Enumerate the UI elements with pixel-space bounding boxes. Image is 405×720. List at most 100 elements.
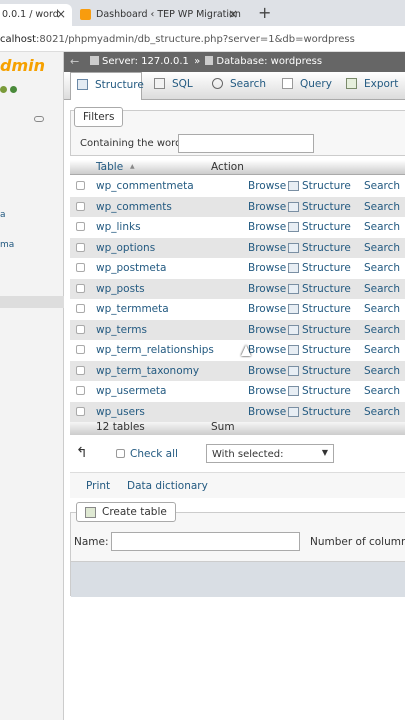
structure-icon[interactable]	[288, 386, 299, 396]
structure-icon[interactable]	[288, 365, 299, 376]
table-name-input[interactable]	[111, 532, 300, 551]
structure-link[interactable]: Structure	[302, 180, 351, 192]
close-icon[interactable]: ×	[56, 7, 66, 21]
structure-link[interactable]: Structure	[302, 242, 351, 254]
search-link[interactable]: Search	[364, 324, 400, 336]
row-checkbox[interactable]	[76, 263, 85, 272]
home-icon[interactable]	[0, 86, 7, 93]
tab-search[interactable]: Search	[212, 72, 266, 100]
nav-item[interactable]: ma	[0, 240, 14, 250]
search-link[interactable]: Search	[364, 385, 400, 397]
table-name-link[interactable]: wp_commentmeta	[96, 180, 194, 192]
structure-link[interactable]: Structure	[302, 385, 351, 397]
filter-input[interactable]	[178, 134, 314, 153]
structure-link[interactable]: Structure	[302, 283, 351, 295]
table-name-link[interactable]: wp_postmeta	[96, 262, 166, 274]
breadcrumb-database[interactable]: Database: wordpress	[216, 56, 322, 67]
breadcrumb-server[interactable]: Server: 127.0.0.1	[102, 56, 189, 67]
table-name-link[interactable]: wp_links	[96, 221, 141, 233]
row-checkbox[interactable]	[76, 304, 85, 313]
structure-link[interactable]: Structure	[302, 344, 351, 356]
table-row[interactable]: wp_usermeta Browse Structure Search	[70, 381, 405, 402]
structure-icon[interactable]	[288, 406, 299, 417]
table-row[interactable]: wp_users Browse Structure Search	[70, 401, 405, 422]
browse-link[interactable]: Browse	[248, 201, 286, 213]
row-checkbox[interactable]	[76, 345, 85, 354]
search-link[interactable]: Search	[364, 303, 400, 315]
table-name-link[interactable]: wp_term_relationships	[96, 344, 214, 356]
new-tab-plus-icon[interactable]: +	[258, 3, 271, 22]
structure-icon[interactable]	[288, 242, 299, 253]
row-checkbox[interactable]	[76, 386, 85, 395]
table-row[interactable]: wp_termmeta Browse Structure Search	[70, 299, 405, 320]
link-chain-icon[interactable]	[34, 116, 44, 122]
search-link[interactable]: Search	[364, 201, 400, 213]
with-selected-dropdown[interactable]: With selected: ▼	[206, 444, 334, 463]
table-name-link[interactable]: wp_comments	[96, 201, 172, 213]
data-dictionary-link[interactable]: Data dictionary	[127, 480, 208, 492]
table-name-link[interactable]: wp_usermeta	[96, 385, 166, 397]
table-name-link[interactable]: wp_terms	[96, 324, 147, 336]
row-checkbox[interactable]	[76, 324, 85, 334]
structure-icon[interactable]	[288, 345, 299, 355]
structure-icon[interactable]	[288, 324, 299, 335]
search-link[interactable]: Search	[364, 242, 400, 254]
browse-link[interactable]: Browse	[248, 180, 286, 192]
tab-structure[interactable]: Structure	[70, 72, 144, 100]
structure-icon[interactable]	[288, 181, 299, 191]
table-name-link[interactable]: wp_options	[96, 242, 155, 254]
table-row[interactable]: wp_commentmeta Browse Structure Search	[70, 176, 405, 197]
structure-link[interactable]: Structure	[302, 262, 351, 274]
table-name-link[interactable]: wp_termmeta	[96, 303, 169, 315]
browse-link[interactable]: Browse	[248, 406, 286, 418]
table-row[interactable]: wp_options Browse Structure Search	[70, 237, 405, 258]
structure-icon[interactable]	[288, 201, 299, 212]
check-all-label[interactable]: Check all	[130, 448, 178, 460]
table-name-link[interactable]: wp_term_taxonomy	[96, 365, 199, 377]
structure-icon[interactable]	[288, 263, 299, 273]
browse-link[interactable]: Browse	[248, 242, 286, 254]
browse-link[interactable]: Browse	[248, 303, 286, 315]
structure-link[interactable]: Structure	[302, 365, 351, 377]
search-link[interactable]: Search	[364, 221, 400, 233]
print-link[interactable]: Print	[86, 480, 110, 492]
table-row[interactable]: wp_term_relationships Browse Structure Sear…	[70, 340, 405, 361]
row-checkbox[interactable]	[76, 242, 85, 252]
table-row[interactable]: wp_postmeta Browse Structure Search	[70, 258, 405, 279]
search-link[interactable]: Search	[364, 406, 400, 418]
table-row[interactable]: wp_comments Browse Structure Search	[70, 196, 405, 217]
browse-link[interactable]: Browse	[248, 344, 286, 356]
table-row[interactable]: wp_links Browse Structure Search	[70, 217, 405, 238]
structure-link[interactable]: Structure	[302, 406, 351, 418]
structure-link[interactable]: Structure	[302, 324, 351, 336]
table-name-link[interactable]: wp_users	[96, 406, 145, 418]
table-row[interactable]: wp_term_taxonomy Browse Structure Search	[70, 360, 405, 381]
row-checkbox[interactable]	[76, 201, 85, 211]
structure-link[interactable]: Structure	[302, 201, 351, 213]
nav-item[interactable]: a	[0, 210, 6, 220]
tab-query[interactable]: Query	[282, 72, 332, 100]
browse-link[interactable]: Browse	[248, 365, 286, 377]
structure-link[interactable]: Structure	[302, 303, 351, 315]
reload-icon[interactable]	[10, 86, 17, 93]
nav-item-selected[interactable]	[0, 296, 64, 308]
tab-export[interactable]: Export	[346, 72, 398, 100]
tab-sql[interactable]: SQL	[154, 72, 193, 100]
row-checkbox[interactable]	[76, 181, 85, 190]
phpmyadmin-logo[interactable]: dmin	[0, 56, 45, 75]
close-icon[interactable]: ×	[228, 7, 238, 21]
browse-link[interactable]: Browse	[248, 324, 286, 336]
table-row[interactable]: wp_terms Browse Structure Search	[70, 319, 405, 340]
structure-link[interactable]: Structure	[302, 221, 351, 233]
browse-link[interactable]: Browse	[248, 385, 286, 397]
search-link[interactable]: Search	[364, 180, 400, 192]
row-checkbox[interactable]	[76, 365, 85, 375]
row-checkbox[interactable]	[76, 283, 85, 293]
collapse-arrow-icon[interactable]: ←	[70, 55, 79, 68]
table-row[interactable]: wp_posts Browse Structure Search	[70, 278, 405, 299]
browse-link[interactable]: Browse	[248, 262, 286, 274]
search-link[interactable]: Search	[364, 344, 400, 356]
row-checkbox[interactable]	[76, 406, 85, 416]
search-link[interactable]: Search	[364, 365, 400, 377]
browse-link[interactable]: Browse	[248, 283, 286, 295]
